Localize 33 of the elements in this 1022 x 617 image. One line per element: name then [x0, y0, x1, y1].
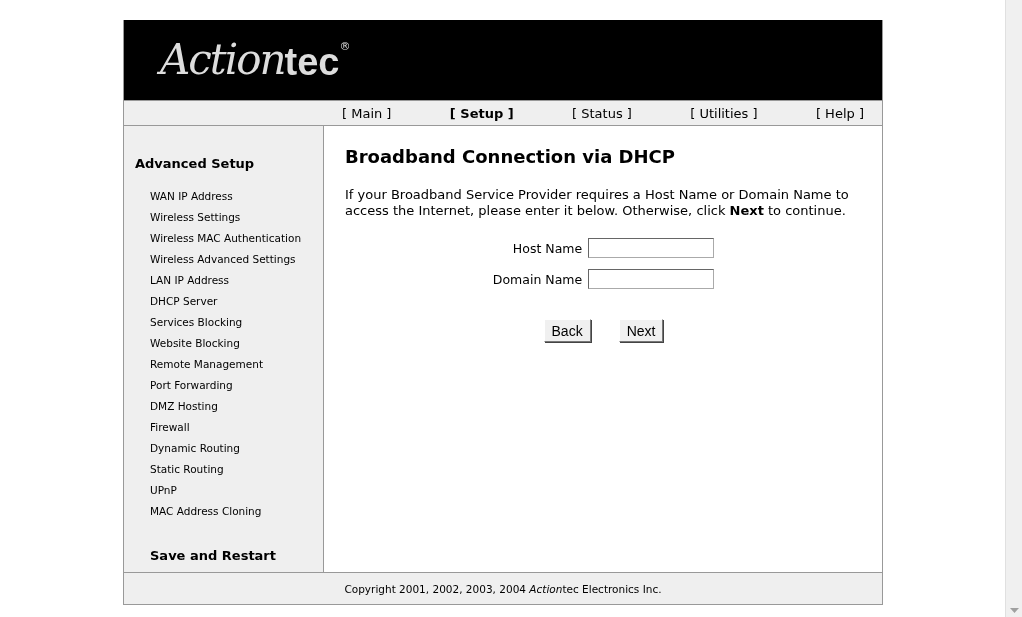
nav-link[interactable]: [ Main ]	[342, 105, 392, 121]
page-title: Broadband Connection via DHCP	[345, 146, 677, 167]
sidebar-link[interactable]: Remote Management	[150, 358, 264, 370]
input-field[interactable]	[588, 269, 715, 289]
sidebar-link[interactable]: Firewall	[150, 421, 190, 433]
field-label: Domain Name	[492, 271, 583, 287]
sidebar-link[interactable]: MAC Address Cloning	[150, 505, 262, 517]
save-restart-link[interactable]: Save and Restart	[150, 548, 276, 563]
sidebar-link[interactable]: DHCP Server	[150, 295, 218, 307]
sidebar-link[interactable]: Wireless MAC Authentication	[150, 232, 302, 244]
sidebar-link[interactable]: Static Routing	[150, 463, 224, 475]
nav-link[interactable]: [ Help ]	[815, 105, 864, 121]
nav-button[interactable]: Back	[543, 319, 591, 342]
nav-button[interactable]: Next	[618, 319, 664, 342]
copyright-text: Copyright 2001, 2002, 2003, 2004 Actiontec Electronics Inc.	[344, 582, 662, 595]
intro-paragraph: If your Broadband Service Provider requires a Host Name or Domain Name to access the Internet, please enter it below. Otherwise, click Next to continue.	[345, 187, 850, 219]
sidebar-heading: Advanced Setup	[135, 156, 256, 171]
sidebar-link[interactable]: Port Forwarding	[150, 379, 233, 391]
field-label: Host Name	[511, 240, 583, 256]
sidebar-link[interactable]: Services Blocking	[150, 316, 243, 328]
sidebar-link[interactable]: Dynamic Routing	[150, 442, 240, 454]
scrollbar[interactable]	[1005, 0, 1022, 617]
sidebar-link[interactable]: DMZ Hosting	[150, 400, 218, 412]
nav-link[interactable]: [ Status ]	[572, 105, 632, 121]
nav-link[interactable]: [ Utilities ]	[690, 105, 758, 121]
sidebar-link[interactable]: WAN IP Address	[150, 190, 233, 202]
nav-link[interactable]: [ Setup ]	[449, 105, 514, 121]
input-field[interactable]	[588, 238, 715, 258]
sidebar-link[interactable]: Wireless Advanced Settings	[150, 253, 296, 265]
sidebar-link[interactable]: UPnP	[150, 484, 177, 496]
sidebar-link[interactable]: Wireless Settings	[150, 211, 241, 223]
sidebar-link[interactable]: LAN IP Address	[150, 274, 230, 286]
sidebar-link[interactable]: Website Blocking	[150, 337, 240, 349]
